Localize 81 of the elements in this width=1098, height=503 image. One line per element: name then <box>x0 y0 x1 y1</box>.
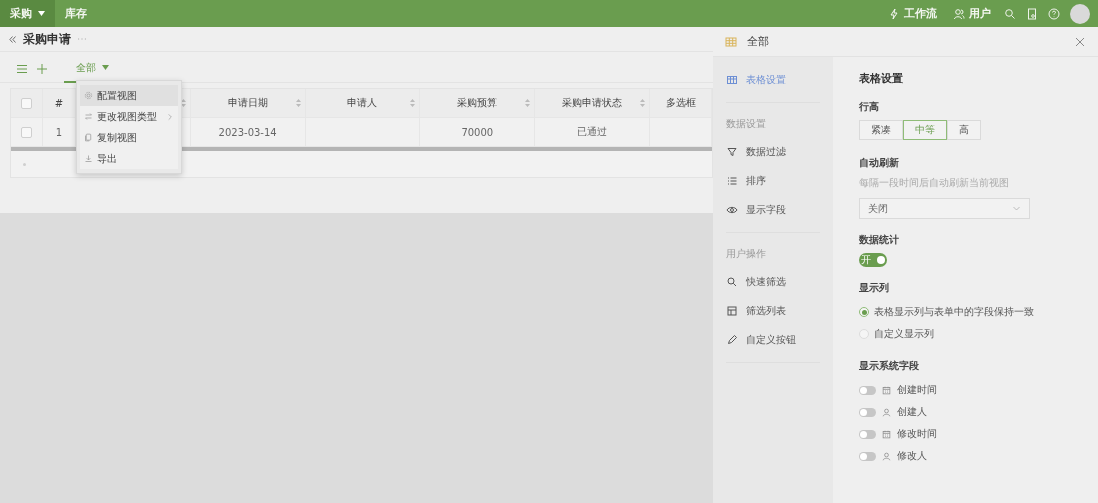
download-icon <box>84 154 93 163</box>
calendar-icon <box>882 385 891 395</box>
field-label: 数据统计 <box>859 233 899 247</box>
menu-item[interactable]: 更改视图类型 <box>80 106 178 127</box>
sort-icon[interactable] <box>525 99 531 107</box>
document-button[interactable] <box>1026 7 1038 20</box>
document-icon <box>1026 7 1038 20</box>
swap-icon <box>84 112 93 121</box>
field-label: 显示系统字段 <box>859 359 919 373</box>
search-button[interactable] <box>1004 7 1016 20</box>
panel-title: 全部 <box>747 34 770 49</box>
sidebar-group-label: 数据设置 <box>726 117 767 131</box>
person-icon <box>882 407 891 417</box>
sidebar-item[interactable]: 排序 <box>726 166 820 195</box>
column-header: 采购申请状态 <box>535 89 651 117</box>
person-icon <box>882 451 891 461</box>
dot-icon <box>23 162 26 166</box>
menu-item[interactable]: 导出 <box>80 148 178 169</box>
column-header: 多选框 <box>650 89 712 117</box>
search-icon <box>726 275 738 288</box>
plus-icon <box>36 62 48 75</box>
field-name: 创建人 <box>897 405 927 419</box>
users-icon <box>953 7 965 20</box>
close-icon <box>1074 35 1086 48</box>
sidebar-item[interactable]: 显示字段 <box>726 195 820 224</box>
gear-icon <box>84 91 93 100</box>
sort-icon[interactable] <box>410 99 416 107</box>
field-label: 行高 <box>859 100 879 114</box>
segment-button[interactable]: 紧凑 <box>859 120 903 140</box>
chevron-down-icon <box>1012 204 1021 213</box>
sort-icon[interactable] <box>180 99 186 107</box>
menu-item[interactable]: 复制视图 <box>80 127 178 148</box>
radio-option[interactable]: 表格显示列与表单中的字段保持一致 <box>859 301 1034 323</box>
help-icon <box>1048 7 1060 20</box>
sort-icon[interactable] <box>295 99 301 107</box>
caret-icon <box>102 65 109 70</box>
select-field[interactable]: 关闭 <box>859 198 1030 219</box>
sort-icon[interactable] <box>640 99 646 107</box>
caret-icon <box>38 11 45 16</box>
segment-button[interactable]: 高 <box>947 120 981 140</box>
checkbox[interactable] <box>20 97 32 109</box>
sidebar-item[interactable]: 数据过滤 <box>726 137 820 166</box>
double-chevron-icon <box>8 34 17 44</box>
avatar[interactable] <box>1070 3 1090 24</box>
radio-option[interactable]: 自定义显示列 <box>859 323 934 345</box>
list-icon <box>726 174 738 187</box>
copy-icon <box>84 133 93 142</box>
close-button[interactable] <box>1074 35 1086 48</box>
chevron-right-icon <box>166 112 174 121</box>
column-header: 申请人 <box>305 89 421 117</box>
menu-item[interactable]: 配置视图 <box>80 85 178 106</box>
field-name: 创建时间 <box>897 383 937 397</box>
sidebar-item[interactable]: 快速筛选 <box>726 267 820 296</box>
calendar-icon <box>882 429 891 439</box>
search-icon <box>1004 7 1016 20</box>
nav-tab[interactable]: 采购 <box>0 0 55 27</box>
column-header: 申请日期 <box>190 89 306 117</box>
column-header: # <box>42 89 76 117</box>
menu-icon <box>16 62 28 75</box>
toggle-switch[interactable] <box>859 451 876 461</box>
grid-icon <box>726 304 738 317</box>
toggle-switch[interactable] <box>859 385 876 395</box>
page-title: 采购申请 <box>23 30 71 48</box>
field-name: 修改人 <box>897 449 927 463</box>
section-heading: 表格设置 <box>859 71 903 86</box>
sidebar-group-label: 用户操作 <box>726 247 767 261</box>
table-icon <box>726 73 738 86</box>
sidebar-item[interactable]: 筛选列表 <box>726 296 820 325</box>
field-name: 修改时间 <box>897 427 937 441</box>
checkbox[interactable] <box>20 126 32 138</box>
lightning-icon <box>888 7 900 20</box>
pen-icon <box>726 333 738 346</box>
sidebar-item[interactable]: 自定义按钮 <box>726 325 820 354</box>
help-button[interactable] <box>1048 7 1060 20</box>
toggle-switch[interactable] <box>859 407 876 417</box>
field-label: 自动刷新 <box>859 156 899 170</box>
filter-icon <box>726 145 738 158</box>
field-label: 显示列 <box>859 281 889 295</box>
table-icon <box>725 35 737 48</box>
toggle-switch[interactable] <box>859 429 876 439</box>
column-header: 采购预算 <box>420 89 536 117</box>
